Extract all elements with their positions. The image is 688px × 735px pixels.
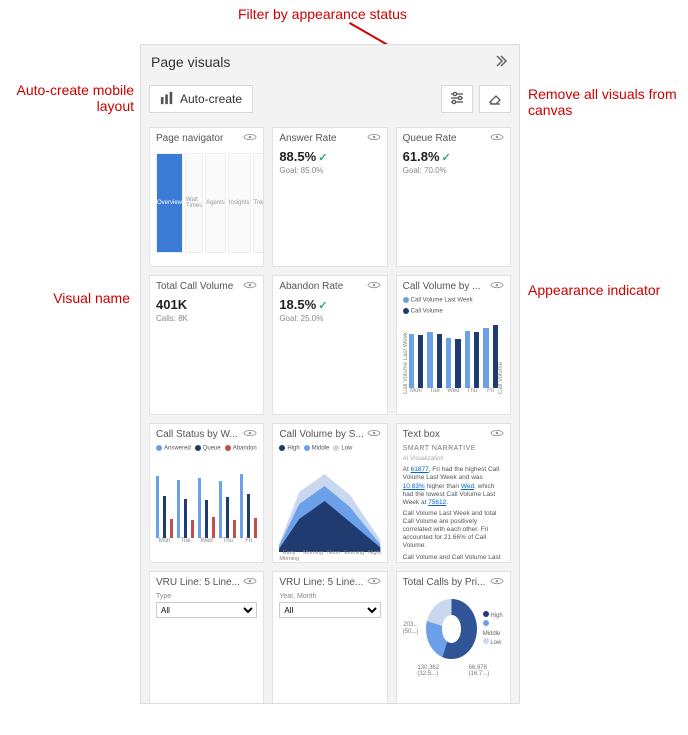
nav-tab: Insights <box>228 153 251 253</box>
card-vru-2[interactable]: VRU Line: 5 Line... Year, Month All <box>272 571 387 703</box>
card-page-navigator[interactable]: Page navigator Overview Wait Times Agent… <box>149 127 264 267</box>
kpi-sub: Calls: 8K <box>156 314 257 323</box>
slicer-field: Year, Month <box>279 593 380 600</box>
panel-title: Page visuals <box>151 54 493 70</box>
eye-icon <box>243 576 257 589</box>
card-title: Answer Rate <box>279 133 366 144</box>
check-icon: ✓ <box>318 300 327 312</box>
nav-tab: Agents <box>205 153 226 253</box>
toolbar: Auto-create <box>141 79 519 119</box>
card-total-calls-priority[interactable]: Total Calls by Pri... 203... (50...) Hig… <box>396 571 511 703</box>
annotation-remove: Remove all visuals from canvas <box>528 86 678 118</box>
card-text-box[interactable]: Text box SMART NARRATIVE AI Visualizatio… <box>396 423 511 563</box>
card-title: Call Volume by ... <box>403 281 490 292</box>
eye-icon <box>367 428 381 441</box>
card-abandon-rate[interactable]: Abandon Rate 18.5%✓ Goal: 25.0% <box>272 275 387 415</box>
auto-create-label: Auto-create <box>180 92 242 106</box>
eye-icon <box>490 280 504 293</box>
kpi-goal: Goal: 85.0% <box>279 166 380 175</box>
kpi-goal: Goal: 25.0% <box>279 314 380 323</box>
card-answer-rate[interactable]: Answer Rate 88.5%✓ Goal: 85.0% <box>272 127 387 267</box>
card-title: Text box <box>403 429 490 440</box>
eye-icon <box>490 576 504 589</box>
nav-tab: Trends <box>253 153 264 253</box>
donut-chart <box>426 599 476 659</box>
card-vru-1[interactable]: VRU Line: 5 Line... Type All <box>149 571 264 703</box>
check-icon: ✓ <box>442 152 451 164</box>
sliders-icon <box>449 90 465 109</box>
eye-icon <box>243 280 257 293</box>
eye-icon <box>490 428 504 441</box>
panel-header: Page visuals <box>141 45 519 79</box>
annotation-filter: Filter by appearance status <box>238 6 407 22</box>
card-title: Abandon Rate <box>279 281 366 292</box>
annotation-visual-name: Visual name <box>20 290 130 306</box>
card-call-volume-day[interactable]: Call Volume by ... Call Volume Last Week… <box>396 275 511 415</box>
card-title: Total Calls by Pri... <box>403 577 490 588</box>
visuals-grid: Page navigator Overview Wait Times Agent… <box>141 119 519 703</box>
eraser-icon <box>487 90 503 109</box>
chart-legend: Answered Queue Abandon <box>156 445 257 452</box>
card-title: Call Volume by S... <box>279 429 366 440</box>
kpi-value: 401K <box>156 297 257 312</box>
auto-create-icon <box>160 91 174 108</box>
kpi-value: 61.8% <box>403 149 440 164</box>
kpi-value: 18.5% <box>279 297 316 312</box>
page-visuals-panel: Page visuals Auto-create <box>140 44 520 704</box>
auto-create-button[interactable]: Auto-create <box>149 85 253 113</box>
eye-icon <box>243 428 257 441</box>
annotation-auto-create: Auto-create mobile layout <box>16 82 134 114</box>
nav-tab: Wait Times <box>185 153 203 253</box>
chart-legend: High Middle Low <box>279 445 380 452</box>
collapse-icon[interactable] <box>493 53 509 72</box>
card-queue-rate[interactable]: Queue Rate 61.8%✓ Goal: 70.0% <box>396 127 511 267</box>
kpi-value: 88.5% <box>279 149 316 164</box>
eye-icon <box>367 576 381 589</box>
check-icon: ✓ <box>318 152 327 164</box>
annotation-appearance-indicator: Appearance indicator <box>528 282 668 298</box>
card-title: VRU Line: 5 Line... <box>279 577 366 588</box>
card-title: Call Status by W... <box>156 429 243 440</box>
eye-icon <box>243 132 257 145</box>
slicer-field: Type <box>156 593 257 600</box>
slicer-dropdown: All <box>279 602 380 618</box>
eye-icon <box>490 132 504 145</box>
card-title: VRU Line: 5 Line... <box>156 577 243 588</box>
card-title: Page navigator <box>156 133 243 144</box>
slicer-dropdown: All <box>156 602 257 618</box>
narrative-body: SMART NARRATIVE AI Visualization At 6187… <box>397 443 510 562</box>
chart-legend: Call Volume Last Week Call Volume <box>403 297 504 314</box>
clear-button[interactable] <box>479 85 511 113</box>
nav-tab: Overview <box>156 153 183 253</box>
card-title: Total Call Volume <box>156 281 243 292</box>
y-axis-left: Call Volume Last Week <box>403 314 409 394</box>
card-total-call-volume[interactable]: Total Call Volume 401K Calls: 8K <box>149 275 264 415</box>
chart-legend: High Middle Low <box>483 611 504 648</box>
y-axis-right: Call Volume <box>498 314 504 394</box>
eye-icon <box>367 280 381 293</box>
card-call-status[interactable]: Call Status by W... Answered Queue Aband… <box>149 423 264 563</box>
filter-button[interactable] <box>441 85 473 113</box>
kpi-goal: Goal: 70.0% <box>403 166 504 175</box>
card-call-volume-shift[interactable]: Call Volume by S... High Middle Low Earl… <box>272 423 387 563</box>
eye-icon <box>367 132 381 145</box>
card-title: Queue Rate <box>403 133 490 144</box>
